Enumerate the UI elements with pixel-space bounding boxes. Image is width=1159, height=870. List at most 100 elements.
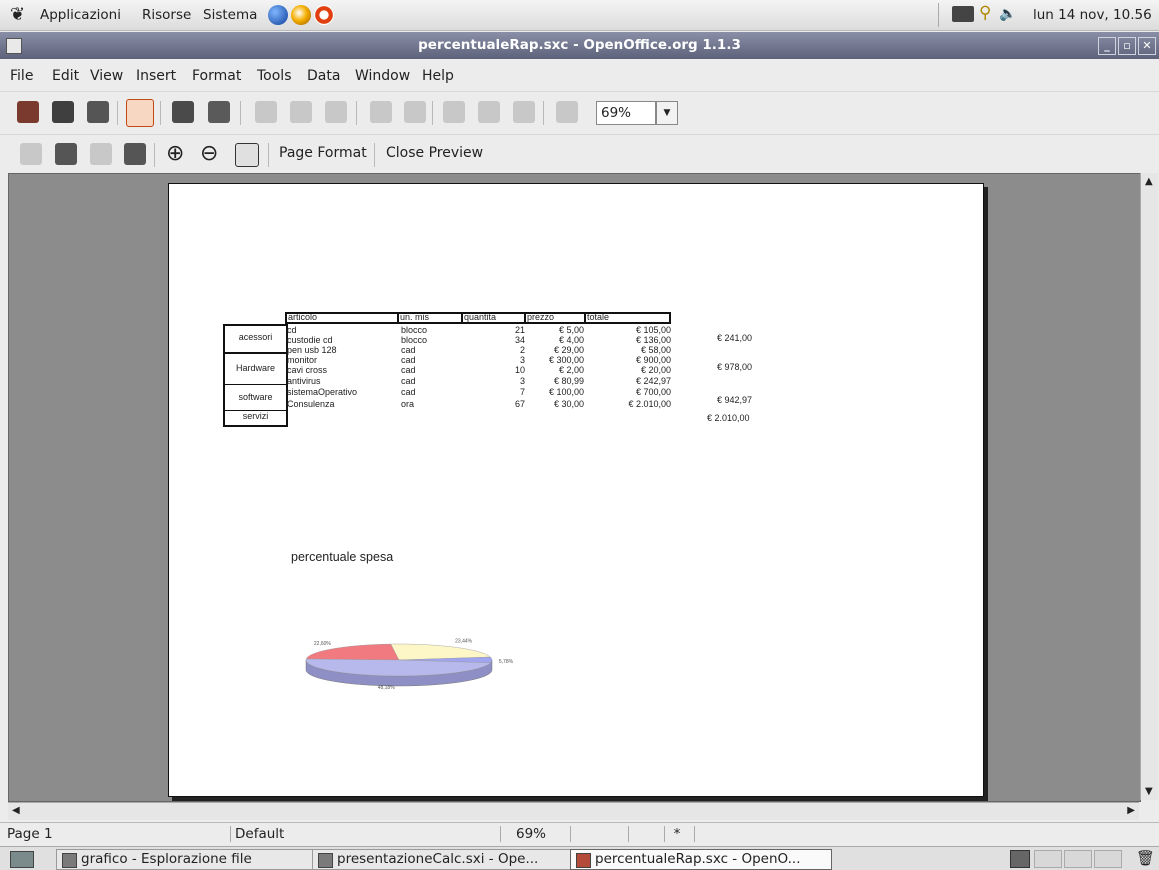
vertical-scrollbar[interactable]: ▲ ▼ [1140,173,1158,800]
cell-prezzo: € 2,00 [558,365,584,375]
scroll-down-icon[interactable]: ▼ [1145,786,1153,797]
horizontal-scrollbar[interactable]: ◀ ▶ [8,802,1139,820]
navigator-icon[interactable] [443,101,465,123]
next-page-icon[interactable] [55,143,77,165]
minimize-button[interactable]: _ [1098,37,1116,55]
window-title: percentualeRap.sxc - OpenOffice.org 1.1.… [418,37,741,53]
group-label: acessori [238,332,273,342]
gallery-icon[interactable] [478,101,500,123]
menu-risorse[interactable]: Risorse [142,7,191,23]
workspace-switcher-4[interactable] [1094,850,1122,868]
scroll-up-icon[interactable]: ▲ [1145,176,1153,187]
mail-launcher-icon[interactable] [291,5,311,25]
toolbar-separator [160,101,161,125]
workspace-switcher-3[interactable] [1064,850,1092,868]
menu-data[interactable]: Data [307,68,340,84]
full-screen-icon[interactable] [235,143,259,167]
volume-icon[interactable]: 🔈 [999,6,1016,22]
network-monitor-icon[interactable] [952,6,974,22]
menu-insert[interactable]: Insert [136,68,176,84]
first-page-icon[interactable] [90,143,112,165]
browser-launcher-icon[interactable] [268,5,288,25]
status-selection-mode[interactable] [628,826,663,842]
group-subtotal: € 241,00 [717,333,753,343]
clock[interactable]: lun 14 nov, 10.56 [1033,7,1152,23]
cell-articolo: Consulenza [287,399,335,409]
menu-view[interactable]: View [90,68,123,84]
panel-separator [938,3,939,27]
menu-bar: File Edit View Insert Format Tools Data … [0,60,1159,90]
status-zoom[interactable]: 69% [500,826,561,842]
toolbar-separator [356,101,357,125]
zoom-out-icon[interactable]: ⊖ [200,141,218,166]
trash-icon[interactable]: 🗑 [1136,849,1155,867]
menu-sistema[interactable]: Sistema [203,7,257,23]
cell-unmis: cad [401,387,416,397]
window-titlebar[interactable]: percentualeRap.sxc - OpenOffice.org 1.1.… [0,32,1159,59]
paste-icon[interactable] [325,101,347,123]
show-desktop-icon[interactable] [10,851,34,868]
table-border [584,312,586,324]
cell-prezzo: € 100,00 [548,387,584,397]
workspace-switcher-1[interactable] [1010,850,1030,868]
menu-help[interactable]: Help [422,68,454,84]
zoom-in-icon[interactable]: ⊕ [166,141,184,166]
task-label: presentazioneCalc.sxi - Ope... [337,851,539,867]
menu-file[interactable]: File [10,68,33,84]
task-impress[interactable]: presentazioneCalc.sxi - Ope... [312,849,574,870]
status-page-style[interactable]: Default [230,826,495,842]
preview-page: articolo un. mis quantita prezzo totale … [168,183,984,797]
task-file-browser[interactable]: grafico - Esplorazione file [56,849,316,870]
menu-format[interactable]: Format [192,68,241,84]
close-preview-button[interactable]: Close Preview [386,145,483,161]
new-document-icon[interactable] [17,101,39,123]
maximize-button[interactable]: ▫ [1118,37,1136,55]
pie-chart: 22,60% 23,44% 5,78% 48,18% [305,638,514,691]
export-pdf-icon[interactable] [172,101,194,123]
edit-file-icon[interactable] [126,99,154,127]
close-button[interactable]: ✕ [1138,37,1156,55]
gnome-foot-icon[interactable]: ❦ [10,4,25,25]
status-sum [694,826,1159,842]
power-plug-icon[interactable]: ⚲ [979,3,991,23]
preview-toolbar: ⊕ ⊖ Page Format Close Preview [0,134,1159,173]
taskbar: grafico - Esplorazione file presentazion… [0,846,1159,870]
menu-tools[interactable]: Tools [257,68,292,84]
menu-window[interactable]: Window [355,68,410,84]
scroll-right-icon[interactable]: ▶ [1127,805,1135,816]
save-icon[interactable] [87,101,109,123]
chart-title: percentuale spesa [291,550,394,564]
cell-unmis: cad [401,376,416,386]
last-page-icon[interactable] [124,143,146,165]
table-border [397,312,399,324]
task-label: grafico - Esplorazione file [81,851,252,867]
cut-icon[interactable] [255,101,277,123]
status-insert-mode[interactable] [570,826,627,842]
open-folder-icon[interactable] [52,101,74,123]
print-icon[interactable] [208,101,230,123]
toolbar-separator [154,143,155,167]
cell-articolo: sistemaOperativo [287,387,358,397]
task-calc[interactable]: percentualeRap.sxc - OpenO... [570,849,832,870]
menu-applicazioni[interactable]: Applicazioni [40,7,121,23]
previous-page-icon[interactable] [20,143,42,165]
workspace-switcher-2[interactable] [1034,850,1062,868]
cell-totale: € 242,97 [635,376,671,386]
status-page: Page 1 [7,826,53,842]
cell-quantita: 7 [519,387,525,397]
pie-slice-label: 48,18% [378,685,396,691]
undo-icon[interactable] [370,101,392,123]
toolbar-separator [268,143,269,167]
redo-icon[interactable] [404,101,426,123]
group-label: Hardware [235,363,275,373]
zoom-dropdown-arrow-icon[interactable]: ▼ [656,101,678,125]
task-label: percentualeRap.sxc - OpenO... [595,851,801,867]
page-format-button[interactable]: Page Format [279,145,367,161]
zoom-combobox[interactable]: 69% [596,101,656,125]
data-sources-icon[interactable] [513,101,535,123]
menu-edit[interactable]: Edit [52,68,79,84]
scroll-left-icon[interactable]: ◀ [12,805,20,816]
page-preview-icon[interactable] [556,101,578,123]
copy-icon[interactable] [290,101,312,123]
help-launcher-icon[interactable] [314,5,334,25]
